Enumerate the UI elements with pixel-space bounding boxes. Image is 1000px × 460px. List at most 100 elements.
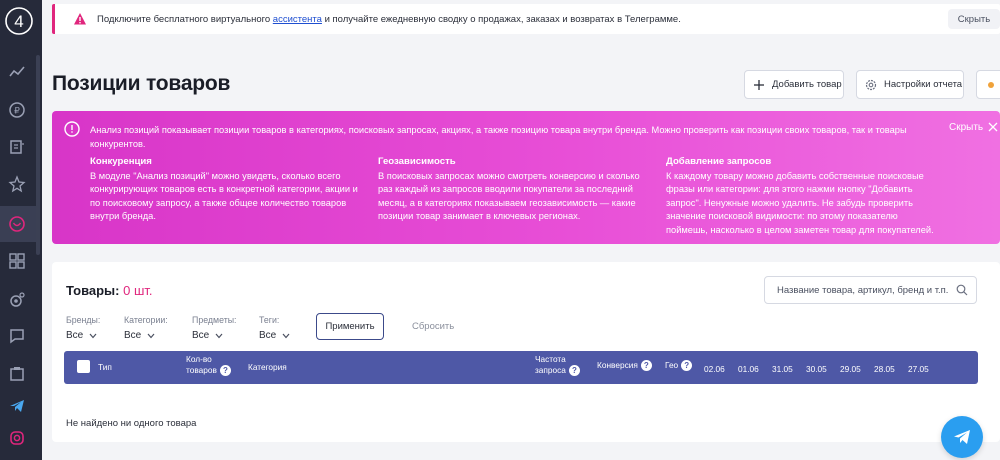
sidebar-item-analytics[interactable] [7,62,27,82]
sidebar-item-documents[interactable] [7,137,27,157]
assistant-link[interactable]: ассистента [273,14,322,25]
gear-icon [865,79,877,91]
chevron-down-icon [282,333,290,338]
column-date[interactable]: 31.05 [772,364,793,374]
target-icon [9,216,25,232]
sidebar-item-favorites[interactable] [7,174,27,194]
column-date[interactable]: 01.06 [738,364,759,374]
column-category[interactable]: Категория [248,362,287,373]
filter-categories[interactable]: Категории: Все [124,315,168,343]
filter-label: Бренды: [66,315,101,325]
column-date[interactable]: 02.06 [704,364,725,374]
filter-label: Теги: [259,315,280,325]
info-panel: Анализ позиций показывает позиции товаро… [52,111,1000,244]
table-header: Тип Кол-во товаров? Категория Частота за… [64,351,978,384]
plus-icon [753,79,765,91]
banner-text-end: и получайте ежедневную сводку о продажах… [321,13,681,25]
star-icon [8,175,26,193]
instagram-icon [10,431,24,445]
filter-dropdown[interactable]: Все [124,330,155,341]
search-icon[interactable] [956,284,968,296]
telegram-icon [10,400,24,412]
column-conversion[interactable]: Конверсия? [597,360,652,372]
sidebar-item-dashboard[interactable] [7,251,27,271]
chat-icon [10,329,24,344]
chevron-down-icon [89,333,97,338]
sidebar-item-positions[interactable] [7,214,27,234]
reset-button[interactable]: Сбросить [412,321,454,332]
telegram-chat-button[interactable] [941,416,983,458]
sidebar-item-messages[interactable] [7,326,27,346]
help-icon[interactable]: ? [640,360,652,372]
search-input[interactable] [777,277,957,303]
column-count-line1: Кол-во [186,354,212,364]
coin-icon: ₽ [9,102,25,118]
column-type[interactable]: Тип [98,362,112,373]
filter-subjects[interactable]: Предметы: Все [192,315,237,343]
grid-icon [9,253,25,269]
chevron-down-icon [215,333,223,338]
add-product-label: Добавить товар [772,79,842,90]
add-product-button[interactable]: Добавить товар [744,70,844,99]
info-hide-link[interactable]: Скрыть [949,122,983,133]
info-column-geo: Геозависимость В поисковых запросах можн… [378,155,650,224]
column-frequency-line2: запроса [535,365,566,375]
products-title: Товары: 0 шт. [66,283,153,298]
sidebar-item-reports[interactable] [7,364,27,384]
assistant-banner: Подключите бесплатного виртуального асси… [52,4,1000,34]
sidebar-item-instagram[interactable] [7,428,27,448]
filter-dropdown[interactable]: Все [259,330,290,341]
column-date[interactable]: 28.05 [874,364,895,374]
column-geo[interactable]: Гео? [665,360,693,372]
product-search[interactable] [764,276,977,304]
info-column-text: В поисковых запросах можно смотреть конв… [378,170,640,222]
column-count-line2: товаров [186,365,217,375]
document-icon [10,140,24,154]
sidebar-item-promo[interactable] [7,290,27,310]
help-icon[interactable]: ? [219,365,231,377]
clipboard-icon [10,367,24,381]
trend-icon [9,66,25,77]
select-all-checkbox[interactable] [77,360,90,373]
info-column-title: Геозависимость [378,156,456,167]
page-title: Позиции товаров [52,72,231,95]
products-panel: Товары: 0 шт. Бренды: Все Категории: Все… [52,262,1000,442]
sidebar-item-finance[interactable]: ₽ [7,100,27,120]
filter-brands[interactable]: Бренды: Все [66,315,100,343]
column-date[interactable]: 30.05 [806,364,827,374]
column-count[interactable]: Кол-во товаров? [186,354,231,377]
column-geo-label: Гео [665,360,679,370]
column-frequency[interactable]: Частота запроса? [535,354,580,377]
column-date[interactable]: 29.05 [840,364,861,374]
apply-button[interactable]: Применить [316,313,384,340]
close-icon[interactable] [988,122,998,132]
warning-icon [74,13,86,25]
column-date[interactable]: 27.05 [908,364,929,374]
sidebar-item-telegram[interactable] [7,396,27,416]
filter-value: Все [66,330,84,341]
theme-button[interactable] [976,70,1000,99]
filter-dropdown[interactable]: Все [66,330,97,341]
sun-icon [985,79,997,91]
sidebar-scrollbar[interactable] [36,55,40,255]
info-column-title: Конкуренция [90,156,152,167]
help-icon[interactable]: ? [568,365,580,377]
banner-text-start: Подключите бесплатного виртуального [97,13,273,25]
info-icon [64,121,80,137]
logo-icon[interactable]: 4 [4,6,34,36]
help-icon[interactable]: ? [681,360,693,372]
report-settings-label: Настройки отчета [884,79,963,90]
banner-hide-button[interactable]: Скрыть [948,9,1000,29]
filter-value: Все [192,330,210,341]
info-column-queries: Добавление запросов К каждому товару мож… [666,155,938,237]
filter-label: Предметы: [192,315,237,325]
report-settings-button[interactable]: Настройки отчета [856,70,964,99]
info-column-text: В модуле "Анализ позиций" можно увидеть,… [90,170,358,222]
gear-icon [10,292,25,307]
filter-dropdown[interactable]: Все [192,330,223,341]
filter-tags[interactable]: Теги: Все [259,315,290,343]
svg-text:₽: ₽ [14,106,20,116]
products-count: 0 шт. [123,283,153,298]
products-title-label: Товары: [66,283,120,298]
banner-text: Подключите бесплатного виртуального асси… [97,14,681,25]
